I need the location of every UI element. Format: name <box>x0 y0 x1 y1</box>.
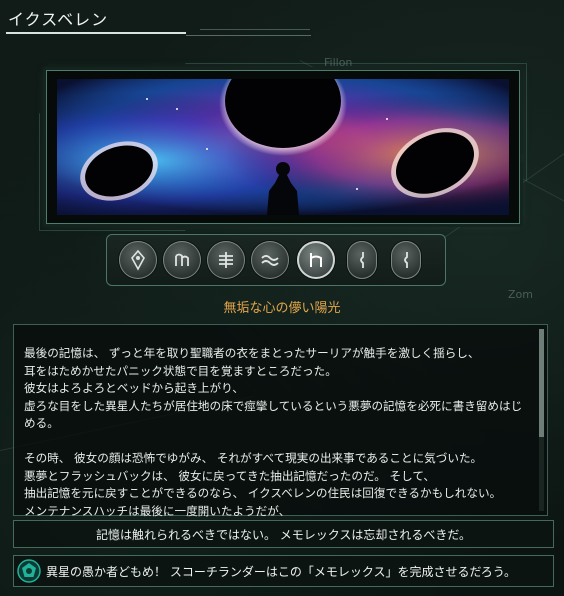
text-line: 悪夢とフラッシュバックは、 彼女に戻ってきた抽出記憶だったのだ。 そして、 <box>24 468 435 483</box>
location-pin-icon-glyph <box>131 249 145 271</box>
response-option-complete-memorex[interactable]: 異星の愚か者どもめ！ スコーチランダーはこの「メモレックス」を完成させるだろう。 <box>13 555 554 587</box>
glyph-a-icon-glyph <box>175 253 189 266</box>
glyph-c-icon[interactable] <box>251 241 289 279</box>
empire-emblem-icon <box>17 559 41 583</box>
text-line: 彼女はよろよろとベッドから起き上がり、 <box>24 381 244 396</box>
option-label: 異星の愚か者どもめ！ スコーチランダーはこの「メモレックス」を完成させるだろう。 <box>46 565 517 579</box>
black-hole-illustration <box>57 79 509 215</box>
half-glyph-icon-glyph <box>404 252 408 268</box>
text-line: 最後の記憶は、 ずっと年を取り聖職者の衣をまとったサーリアが触手を激しく揺らし、 <box>24 346 480 360</box>
text-line: その時、 彼女の顔は恐怖でゆがみ、 それがすべて現実の出来事であることに気づいた… <box>24 450 483 465</box>
event-subtitle: 無垢な心の儚い陽光 <box>223 301 341 316</box>
glyph-d-icon-glyph <box>310 253 322 267</box>
title-bar: イクスベレン <box>0 0 564 36</box>
half-glyph-icon-glyph <box>360 252 364 268</box>
text-line: 耳をはためかせたパニック状態で目を覚ますところだった。 <box>24 363 337 378</box>
event-icon-strip <box>106 234 446 286</box>
text-line: 抽出記憶を元に戻すことができるのなら、 イクスベレンの住民は回復できるかもしれな… <box>24 486 502 501</box>
text-line: 虚ろな目をした異星人たちが居住地の床で痙攣しているという悪夢の記憶を必死に書き留… <box>24 398 523 413</box>
event-image-frame <box>46 70 520 224</box>
scrollbar-thumb[interactable] <box>539 329 544 437</box>
glyph-c-icon-glyph <box>261 255 279 266</box>
glyph-a-icon[interactable] <box>163 241 201 279</box>
option-label: 記憶は触れられるべきではない。 メモレックスは忘却されるべきだ。 <box>95 528 472 542</box>
event-text-panel[interactable]: 最後の記憶は、 ずっと年を取り聖職者の衣をまとったサーリアが触手を激しく揺らし、… <box>13 324 548 518</box>
glyph-d-icon[interactable] <box>297 241 335 279</box>
glyph-b-icon[interactable] <box>207 241 245 279</box>
scrollbar[interactable] <box>539 329 544 511</box>
event-description: 最後の記憶は、 ずっと年を取り聖職者の衣をまとったサーリアが触手を激しく揺らし、… <box>24 345 534 520</box>
event-illustration <box>57 79 509 215</box>
divider <box>186 35 311 36</box>
title-underline <box>6 32 186 34</box>
half-glyph-icon[interactable] <box>391 241 421 279</box>
divider <box>200 29 310 30</box>
window-title: イクスベレン <box>8 10 109 29</box>
half-glyph-icon[interactable] <box>347 241 377 279</box>
response-option-forget[interactable]: 記憶は触れられるべきではない。 メモレックスは忘却されるべきだ。 <box>13 520 554 548</box>
text-line: める。 <box>24 416 59 431</box>
text-line: メンテナンスハッチは最後に一度開いたようだが、 <box>24 503 291 518</box>
location-pin-icon[interactable] <box>119 241 157 279</box>
glyph-b-icon-glyph <box>219 252 233 268</box>
